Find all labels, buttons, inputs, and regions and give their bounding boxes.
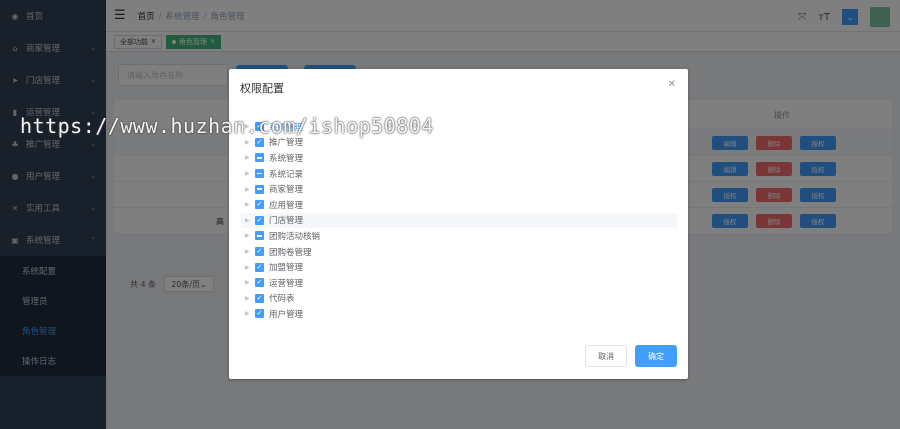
- tree-node-label: 系统管理: [269, 153, 304, 164]
- tree-node-label: 系统记录: [269, 169, 304, 180]
- tree-node-label: 运营管理: [269, 278, 304, 289]
- checkbox-checked[interactable]: ✓: [255, 200, 264, 210]
- tree-node[interactable]: ▶ ✓ 团购卷管理: [241, 244, 677, 260]
- checkbox-checked[interactable]: ✓: [255, 137, 264, 147]
- checkbox-checked[interactable]: ✓: [255, 215, 264, 225]
- checkbox-indeterminate[interactable]: [255, 184, 264, 194]
- checkbox-checked[interactable]: ✓: [255, 309, 264, 319]
- checkbox-indeterminate[interactable]: [255, 169, 264, 179]
- tree-node-label: 团购卷管理: [269, 247, 312, 258]
- caret-right-icon[interactable]: ▶: [245, 295, 255, 302]
- tree-node-label: 应用管理: [269, 200, 304, 211]
- tree-node[interactable]: ▶ ✓ 运营管理: [241, 275, 677, 291]
- caret-right-icon[interactable]: ▶: [245, 248, 255, 255]
- caret-right-icon[interactable]: ▶: [245, 186, 255, 193]
- caret-right-icon[interactable]: ▶: [245, 217, 255, 224]
- caret-right-icon[interactable]: ▶: [245, 264, 255, 271]
- checkbox-checked[interactable]: ✓: [255, 293, 264, 303]
- caret-right-icon[interactable]: ▶: [245, 279, 255, 286]
- caret-right-icon[interactable]: ▶: [245, 201, 255, 208]
- tree-node[interactable]: ▶ 团购活动核销: [241, 228, 677, 244]
- tree-node-label: 代码表: [269, 294, 295, 305]
- tree-node-label: 团购活动核销: [269, 231, 321, 242]
- cancel-button[interactable]: 取消: [585, 345, 627, 367]
- caret-right-icon[interactable]: ▶: [245, 154, 255, 161]
- close-icon[interactable]: ✕: [668, 79, 676, 90]
- tree-node[interactable]: ▶ 系统记录: [241, 166, 677, 182]
- dialog-footer: 取消 确定: [585, 345, 677, 367]
- tree-node-label: 推广管理: [269, 138, 304, 149]
- tree-node[interactable]: ▶ 商家管理: [241, 181, 677, 197]
- tree-node-label: 商家管理: [269, 185, 304, 196]
- caret-right-icon[interactable]: ▶: [245, 139, 255, 146]
- caret-right-icon[interactable]: ▶: [245, 170, 255, 177]
- tree-node[interactable]: ▶ ✓ 门店管理: [241, 212, 677, 229]
- dialog-title: 权限配置: [240, 82, 284, 95]
- confirm-button[interactable]: 确定: [635, 345, 677, 367]
- permission-tree: ▶ ✓ 系统管理 ▶ ✓ 推广管理 ▶ 系统管理 ▶ 系统记录 ▶ 商家管理 ▶ ✓ 应用管理 ▶ ✓ 门店管理 ▶…: [241, 119, 677, 322]
- tree-node[interactable]: ▶ ✓ 加盟管理: [241, 259, 677, 275]
- tree-node[interactable]: ▶ ✓ 代码表: [241, 291, 677, 307]
- watermark-text: https://www.huzhan.com/ishop50804: [20, 114, 434, 138]
- checkbox-indeterminate[interactable]: [255, 231, 264, 241]
- checkbox-indeterminate[interactable]: [255, 153, 264, 163]
- tree-node-label: 门店管理: [269, 216, 304, 227]
- caret-right-icon[interactable]: ▶: [245, 232, 255, 239]
- checkbox-checked[interactable]: ✓: [255, 278, 264, 288]
- tree-node-label: 用户管理: [269, 309, 304, 320]
- tree-node[interactable]: ▶ ✓ 应用管理: [241, 197, 677, 213]
- checkbox-checked[interactable]: ✓: [255, 262, 264, 272]
- tree-node[interactable]: ▶ 系统管理: [241, 150, 677, 166]
- checkbox-checked[interactable]: ✓: [255, 247, 264, 257]
- tree-node[interactable]: ▶ ✓ 用户管理: [241, 306, 677, 322]
- tree-node-label: 加盟管理: [269, 263, 304, 274]
- caret-right-icon[interactable]: ▶: [245, 310, 255, 317]
